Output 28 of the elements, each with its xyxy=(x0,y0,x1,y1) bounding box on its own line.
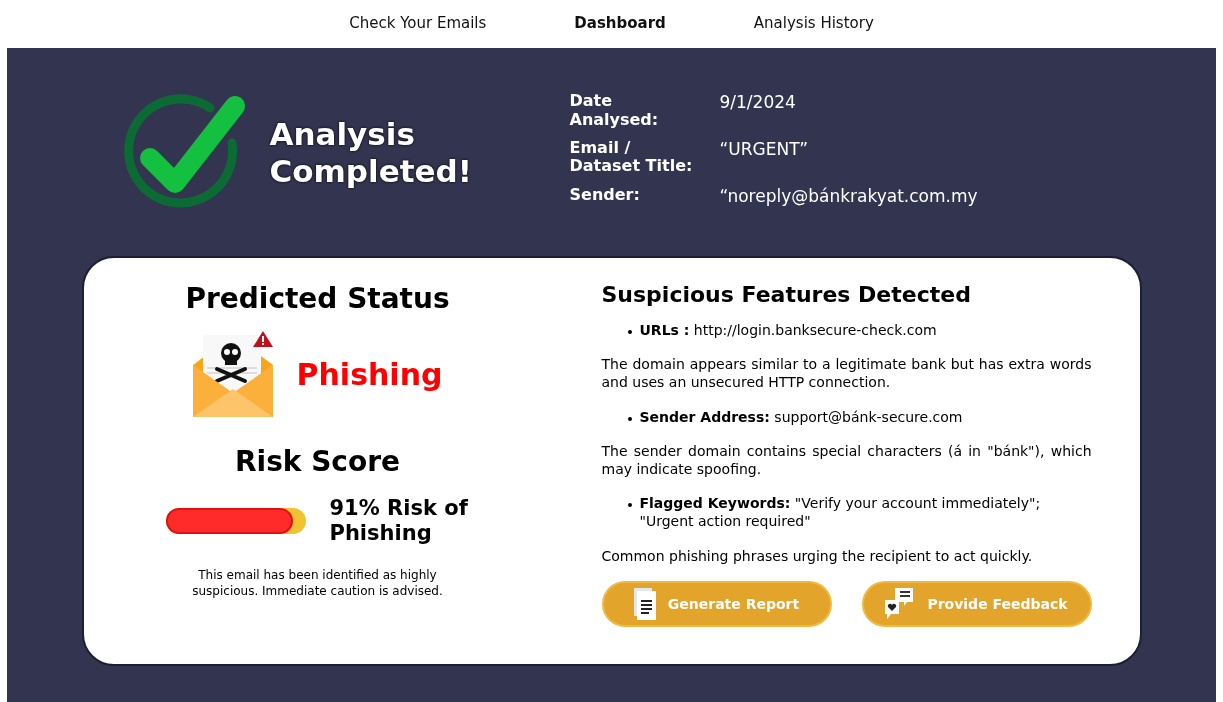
bullet-dot xyxy=(627,503,632,508)
detail-value: “URGENT” xyxy=(719,139,809,161)
detail-value: 9/1/2024 xyxy=(719,92,797,115)
bullet-dot xyxy=(627,330,632,334)
risk-note: This email has been identified as highly suspicious. Immediate caution is advised. xyxy=(191,568,444,600)
nav-tab[interactable]: Check Your Emails xyxy=(305,14,531,32)
section-heading: Suspicious Features Detected xyxy=(601,282,972,307)
status-label: Phishing xyxy=(296,356,443,392)
section-heading: Predicted Status xyxy=(185,282,450,315)
detail-label: Email / Dataset Title: xyxy=(569,139,694,176)
nav-tab[interactable]: Dashboard xyxy=(530,14,710,32)
feature-explanation: Common phishing phrases urging the recipient to act quickly. xyxy=(601,546,1034,565)
envelope-skull-icon xyxy=(192,331,273,417)
feature-item: Sender Address: support@bánk-secure.com xyxy=(639,407,963,426)
detail-label: Date Analysed: xyxy=(569,92,660,129)
document-icon xyxy=(633,587,656,620)
feature-item: URLs : http://login.banksecure-check.com xyxy=(639,321,937,340)
feature-explanation: The domain appears similar to a legitimate bank but has extra words and uses an unsecured HTTP connection. xyxy=(601,355,1092,392)
bullet-dot xyxy=(627,416,632,421)
chat-bubbles-icon xyxy=(885,587,916,620)
detail-label: Sender: xyxy=(569,185,641,206)
risk-reading: 91% Risk of Phishing xyxy=(329,496,469,547)
detail-value: “noreply@bánkrakyat.com.my xyxy=(719,185,978,206)
feature-explanation: The sender domain contains special characters (á in "bánk"), which may indicate spoofing. xyxy=(601,441,1092,479)
nav-tab[interactable]: Analysis History xyxy=(709,14,918,32)
section-heading: Risk Score xyxy=(235,445,400,478)
feature-item: Flagged Keywords: "Verify your account immediately"; "Urgent action required" xyxy=(639,494,1042,531)
completion-title: Analysis Completed! xyxy=(269,115,473,191)
